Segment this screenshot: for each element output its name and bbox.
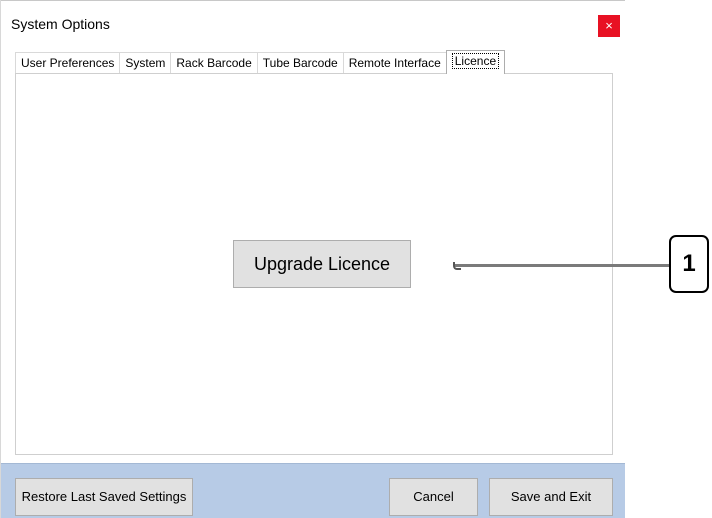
system-options-dialog: System Options × User Preferences System… bbox=[0, 0, 625, 518]
tab-strip: User Preferences System Rack Barcode Tub… bbox=[15, 50, 506, 74]
cancel-button[interactable]: Cancel bbox=[389, 478, 478, 516]
close-button[interactable]: × bbox=[598, 15, 620, 37]
close-icon: × bbox=[605, 18, 613, 33]
tab-licence[interactable]: Licence bbox=[445, 50, 506, 74]
tab-tube-barcode[interactable]: Tube Barcode bbox=[256, 52, 344, 73]
restore-settings-button[interactable]: Restore Last Saved Settings bbox=[15, 478, 193, 516]
footer-bar: Restore Last Saved Settings Cancel Save … bbox=[1, 463, 625, 518]
tab-system[interactable]: System bbox=[119, 52, 172, 73]
window-title: System Options bbox=[11, 16, 110, 32]
save-and-exit-button[interactable]: Save and Exit bbox=[489, 478, 613, 516]
tab-user-preferences[interactable]: User Preferences bbox=[15, 52, 121, 73]
tab-rack-barcode[interactable]: Rack Barcode bbox=[170, 52, 258, 73]
upgrade-licence-button[interactable]: Upgrade Licence bbox=[233, 240, 411, 288]
title-bar: System Options × bbox=[1, 1, 625, 43]
callout-pointer-line bbox=[453, 262, 671, 270]
tab-remote-interface[interactable]: Remote Interface bbox=[342, 52, 447, 73]
callout-badge: 1 bbox=[669, 235, 709, 293]
